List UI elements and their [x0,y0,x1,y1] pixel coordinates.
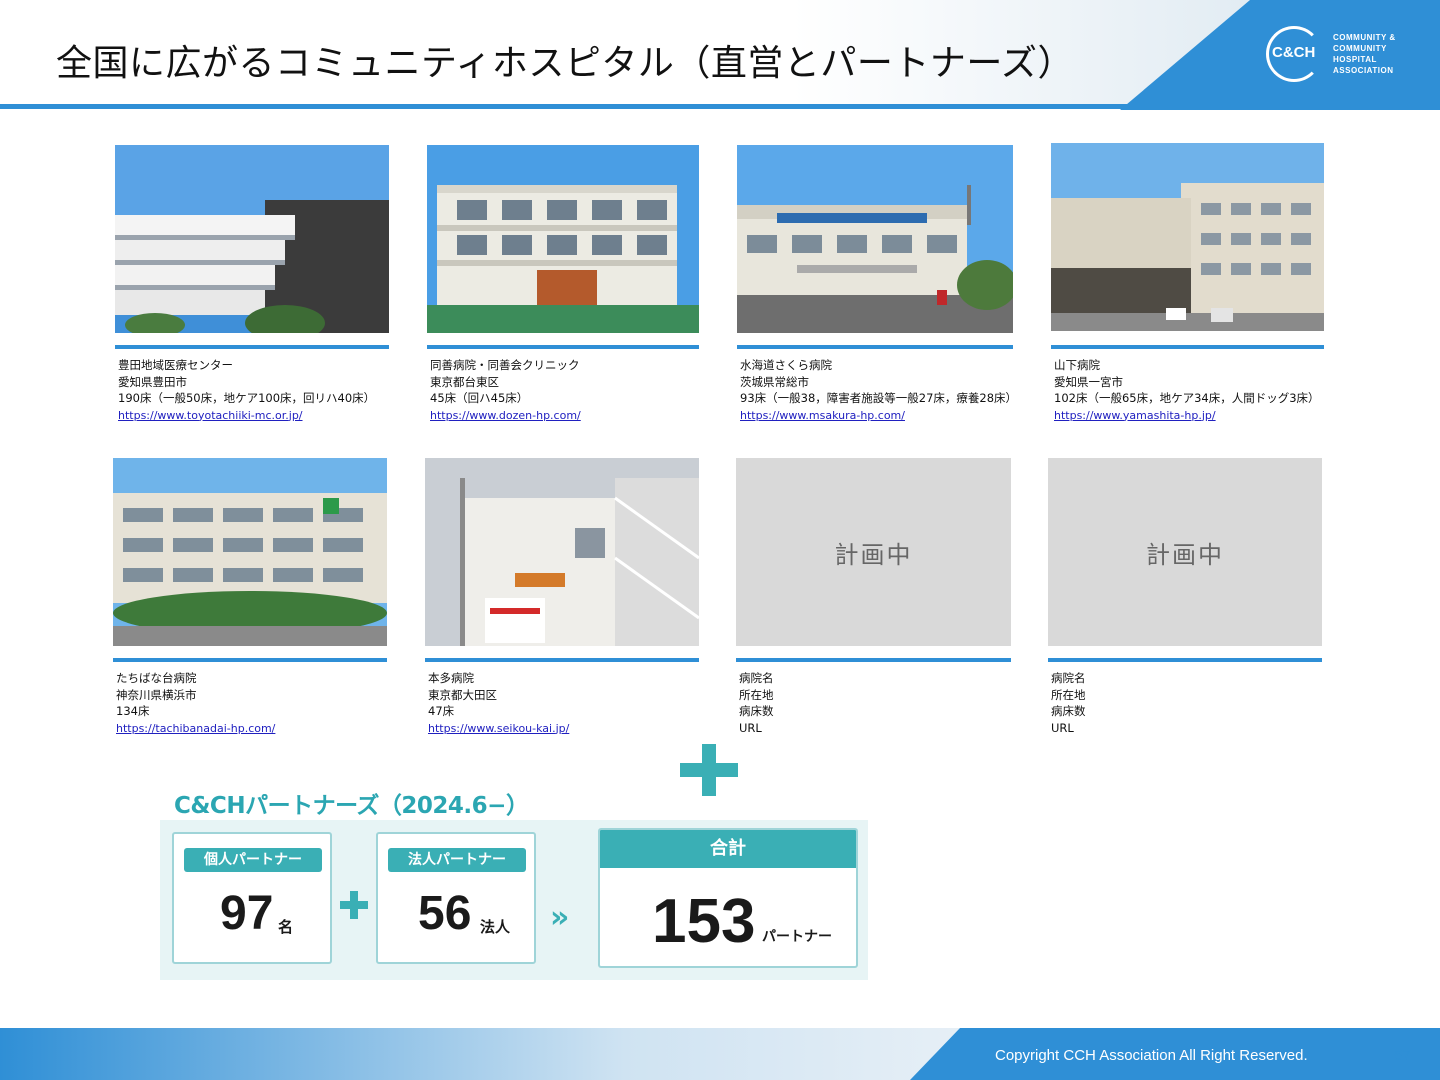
page-number: 57 [1394,1047,1411,1064]
hospital-info: 豊田地域医療センター 愛知県豊田市 190床（一般50床，地ケア100床，回リハ… [118,357,390,424]
card-rule [113,658,387,662]
hospital-beds: 病床数 [1051,704,1086,718]
hospital-info: 同善病院・同善会クリニック 東京都台東区 45床（回ハ45床） https://… [430,357,702,424]
hospital-location: 東京都台東区 [430,374,499,389]
header: 全国に広がるコミュニティホスピタル（直営とパートナーズ） C&CH COMMUN… [0,0,1440,110]
corporate-partner-count: 56 [418,887,472,940]
hospital-photo [1051,143,1324,331]
card-rule [737,345,1013,349]
planned-placeholder: 計画中 [736,458,1011,646]
hospital-location: 神奈川県横浜市 [116,687,197,702]
hospital-beds: 190床（一般50床，地ケア100床，回リハ40床） [118,391,376,405]
logo-wordmark: COMMUNITY & COMMUNITY HOSPITAL ASSOCIATI… [1333,33,1396,75]
corporate-partner-unit: 法人 [480,918,511,936]
individual-partner-label: 個人パートナー [184,848,322,872]
planned-label: 計画中 [834,540,913,569]
hospital-beds: 134床 [116,704,150,718]
hospital-location: 愛知県一宮市 [1054,374,1123,389]
logo-mark: C&CH [1272,44,1316,61]
hospital-beds: 102床（一般65床，地ケア34床，人間ドッグ3床） [1054,391,1320,405]
card-rule [1048,658,1322,662]
hospital-location: 茨城県常総市 [740,374,809,389]
hospital-url-link[interactable]: https://www.msakura-hp.com/ [740,409,905,422]
hospital-url-link[interactable]: https://www.seikou-kai.jp/ [428,722,569,735]
cch-logo: C&CH COMMUNITY & COMMUNITY HOSPITAL ASSO… [1266,26,1426,84]
corporate-partner-label: 法人パートナー [388,848,526,872]
card-rule [736,658,1011,662]
hospital-url-link[interactable]: https://tachibanadai-hp.com/ [116,722,275,735]
corporate-partner-box: 法人パートナー 56 法人 [376,832,536,964]
planned-label: 計画中 [1146,540,1224,569]
hospital-info: 水海道さくら病院 茨城県常総市 93床（一般38，障害者施設等一般27床，療養2… [740,357,1012,424]
hospital-name: 水海道さくら病院 [740,358,832,372]
hospital-photo [425,458,699,646]
total-partner-label: 合計 [600,830,856,868]
page-title: 全国に広がるコミュニティホスピタル（直営とパートナーズ） [56,43,1075,84]
total-partner-count: 153 [652,887,756,956]
copyright-text: Copyright CCH Association All Right Rese… [995,1047,1308,1064]
hospital-url-link[interactable]: https://www.dozen-hp.com/ [430,409,581,422]
card-rule [425,658,699,662]
hospital-photo [737,145,1013,333]
hospital-beds: 93床（一般38，障害者施設等一般27床，療養28床） https://www.… [740,391,1012,422]
individual-partner-count: 97 [220,887,274,940]
hospital-url-link[interactable]: https://www.yamashita-hp.jp/ [1054,409,1216,422]
planned-placeholder: 計画中 [1048,458,1322,646]
hospital-info: 病院名 所在地 病床数 URL [739,670,1011,736]
total-partner-box: 合計 153 パートナー [598,828,858,968]
hospital-url: URL [1051,720,1074,735]
hospital-beds: 47床 [428,704,455,718]
partners-title: C&CHパートナーズ（2024.6−） [174,793,529,819]
hospital-info: 本多病院 東京都大田区 47床 https://www.seikou-kai.j… [428,670,700,737]
individual-partner-box: 個人パートナー 97 名 [172,832,332,964]
hospital-url: URL [739,720,762,735]
hospital-location: 所在地 [739,687,774,702]
plus-icon [680,744,738,796]
hospital-name: たちばな台病院 [116,671,197,685]
hospital-info: 病院名 所在地 病床数 URL [1051,670,1323,736]
hospital-info: 山下病院 愛知県一宮市 102床（一般65床，地ケア34床，人間ドッグ3床） h… [1054,357,1326,424]
card-rule [427,345,699,349]
hospital-beds: 病床数 [739,704,774,718]
individual-partner-unit: 名 [278,918,294,936]
header-rule [0,104,1130,109]
card-rule [1051,345,1324,349]
total-partner-unit: パートナー [762,929,832,945]
hospital-name: 同善病院・同善会クリニック [430,358,580,372]
hospital-name: 本多病院 [428,671,474,685]
hospital-photo [113,458,387,646]
chevron-right-icon: » [550,900,570,935]
hospital-beds: 45床（回ハ45床） [430,391,529,405]
plus-icon [340,891,368,919]
hospital-name: 豊田地域医療センター [118,358,233,372]
hospital-name: 病院名 [739,671,774,685]
hospital-location: 所在地 [1051,687,1086,702]
hospital-photo [115,145,389,333]
hospital-location: 東京都大田区 [428,687,497,702]
hospital-url-link[interactable]: https://www.toyotachiiki-mc.or.jp/ [118,409,303,422]
hospital-name: 山下病院 [1054,358,1100,372]
hospital-location: 愛知県豊田市 [118,374,187,389]
hospital-name: 病院名 [1051,671,1086,685]
hospital-info: たちばな台病院 神奈川県横浜市 134床 https://tachibanada… [116,670,388,737]
hospital-photo [427,145,699,333]
card-rule [115,345,389,349]
